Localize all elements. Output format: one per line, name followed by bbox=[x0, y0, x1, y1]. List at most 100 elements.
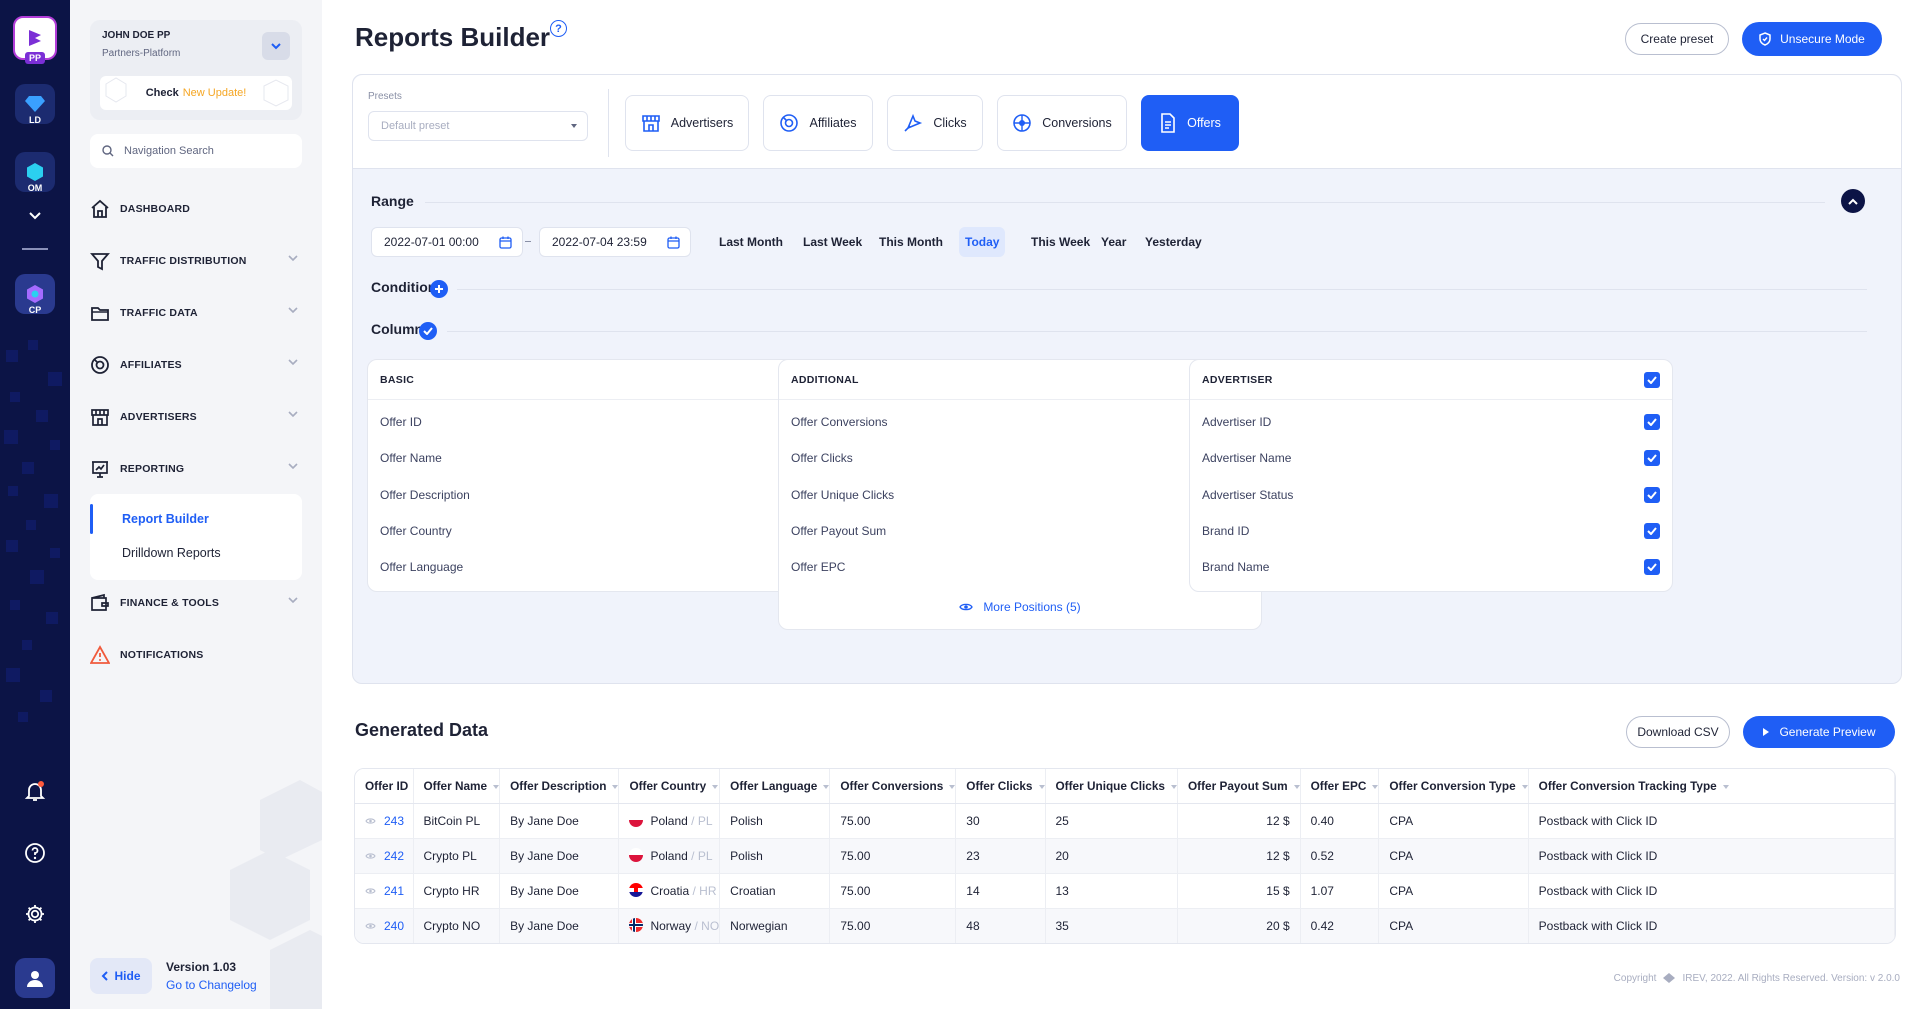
sort-caret-icon[interactable] bbox=[1521, 784, 1528, 789]
sort-caret-icon[interactable] bbox=[712, 784, 719, 789]
sort-caret-icon[interactable] bbox=[1722, 784, 1729, 789]
column-checkbox[interactable] bbox=[1644, 450, 1660, 467]
column-header[interactable]: Offer Unique Clicks bbox=[1045, 769, 1178, 804]
app-om[interactable]: OM bbox=[15, 152, 55, 193]
column-header[interactable]: Offer Conversion Tracking Type bbox=[1528, 769, 1895, 804]
user-icon[interactable] bbox=[0, 958, 70, 998]
entity-affiliates-button[interactable]: Affiliates bbox=[763, 95, 873, 151]
offer-id-link[interactable]: 241 bbox=[384, 884, 404, 898]
menu-affiliates[interactable]: AFFILIATES bbox=[90, 350, 302, 380]
unsecure-mode-button[interactable]: Unsecure Mode bbox=[1742, 22, 1882, 56]
quick-range-this-week[interactable]: This Week bbox=[1025, 227, 1096, 257]
submenu-report-builder[interactable]: Report Builder bbox=[122, 512, 209, 526]
preset-select[interactable]: Default preset bbox=[368, 111, 588, 141]
quick-range-year[interactable]: Year bbox=[1095, 227, 1132, 257]
collapse-button[interactable] bbox=[1841, 189, 1865, 213]
column-option[interactable]: Brand Name bbox=[1190, 549, 1672, 585]
quick-range-today[interactable]: Today bbox=[959, 227, 1006, 257]
column-checkbox[interactable] bbox=[1644, 414, 1660, 430]
quick-range-last-week[interactable]: Last Week bbox=[797, 227, 868, 257]
menu-reporting[interactable]: REPORTING bbox=[90, 454, 302, 484]
column-header[interactable]: Offer Language bbox=[719, 769, 831, 804]
eye-icon[interactable] bbox=[365, 887, 376, 895]
menu-dashboard[interactable]: DASHBOARD bbox=[90, 194, 302, 224]
column-header[interactable]: Offer ID bbox=[355, 769, 414, 804]
column-option[interactable]: Brand ID bbox=[1190, 513, 1672, 549]
help-question-icon[interactable]: ? bbox=[550, 20, 567, 37]
column-header[interactable]: Offer Name bbox=[413, 769, 501, 804]
table-row[interactable]: 241 Crypto HR By Jane Doe Croatia / HR Croat… bbox=[355, 873, 1895, 909]
menu-advertisers[interactable]: ADVERTISERS bbox=[90, 402, 302, 432]
navigation-search[interactable]: Navigation Search bbox=[90, 134, 302, 168]
settings-icon[interactable] bbox=[0, 903, 70, 925]
column-header[interactable]: Offer EPC bbox=[1300, 769, 1380, 804]
app-pp[interactable]: PP bbox=[13, 16, 57, 64]
table-row[interactable]: 242 Crypto PL By Jane Doe Poland / PL Polish… bbox=[355, 838, 1895, 874]
update-banner[interactable]: Check New Update! bbox=[100, 76, 292, 110]
entity-advertisers-button[interactable]: Advertisers bbox=[625, 95, 749, 151]
app-cp[interactable]: CP bbox=[15, 274, 55, 315]
offer-id-link[interactable]: 243 bbox=[384, 814, 404, 828]
user-dropdown-button[interactable] bbox=[262, 32, 290, 60]
quick-range-last-month[interactable]: Last Month bbox=[713, 227, 789, 257]
menu-finance-tools[interactable]: FINANCE & TOOLS bbox=[90, 588, 302, 618]
sort-caret-icon[interactable] bbox=[823, 784, 830, 789]
select-all-checkbox[interactable] bbox=[1644, 372, 1660, 388]
menu-traffic-distribution[interactable]: TRAFFIC DISTRIBUTION bbox=[90, 246, 302, 276]
bell-icon[interactable] bbox=[0, 780, 70, 802]
entity-conversions-button[interactable]: Conversions bbox=[997, 95, 1127, 151]
column-header[interactable]: Offer Payout Sum bbox=[1177, 769, 1301, 804]
sort-caret-icon[interactable] bbox=[493, 784, 500, 789]
column-checkbox[interactable] bbox=[1644, 522, 1660, 539]
columns-check-icon[interactable] bbox=[419, 322, 437, 340]
country-name: Norway bbox=[650, 919, 692, 934]
generate-preview-button[interactable]: Generate Preview bbox=[1743, 716, 1895, 748]
column-header[interactable]: Offer Country bbox=[618, 769, 721, 804]
more-positions-link[interactable]: More Positions (5) bbox=[779, 585, 1261, 629]
column-option[interactable]: Advertiser Status bbox=[1190, 477, 1672, 513]
sort-caret-icon[interactable] bbox=[1170, 784, 1177, 789]
offer-id-link[interactable]: 240 bbox=[384, 919, 404, 933]
help-icon[interactable] bbox=[0, 842, 70, 864]
column-header[interactable]: Offer Conversion Type bbox=[1378, 769, 1529, 804]
column-header[interactable]: Offer Conversions bbox=[829, 769, 957, 804]
column-checkbox[interactable] bbox=[1644, 559, 1660, 576]
changelog-link[interactable]: Go to Changelog bbox=[166, 978, 257, 992]
hide-sidebar-button[interactable]: Hide bbox=[90, 958, 152, 994]
add-condition-button[interactable] bbox=[430, 280, 448, 298]
date-from-input[interactable]: 2022-07-01 00:00 bbox=[371, 227, 523, 257]
download-csv-button[interactable]: Download CSV bbox=[1626, 716, 1730, 748]
rail-expand-chevron-icon[interactable] bbox=[0, 212, 70, 220]
table-row[interactable]: 240 Crypto NO By Jane Doe Norway / NO Norweg… bbox=[355, 908, 1895, 943]
entity-offers-button[interactable]: Offers bbox=[1141, 95, 1239, 151]
quick-range-yesterday[interactable]: Yesterday bbox=[1139, 227, 1208, 257]
sort-caret-icon[interactable] bbox=[949, 784, 956, 789]
eye-icon[interactable] bbox=[365, 817, 376, 825]
column-header[interactable]: Offer Clicks bbox=[955, 769, 1046, 804]
sort-caret-icon[interactable] bbox=[612, 784, 619, 789]
sort-caret-icon[interactable] bbox=[1372, 784, 1379, 789]
eye-icon[interactable] bbox=[365, 922, 376, 930]
sort-caret-icon[interactable] bbox=[1293, 784, 1300, 789]
submenu-drilldown-reports[interactable]: Drilldown Reports bbox=[122, 546, 221, 560]
table-cell: By Jane Doe bbox=[499, 803, 620, 839]
column-header[interactable]: Offer Description bbox=[499, 769, 620, 804]
column-option[interactable]: Advertiser ID bbox=[1190, 404, 1672, 440]
column-checkbox[interactable] bbox=[1644, 486, 1660, 503]
offer-clicks: 30 bbox=[966, 813, 980, 828]
menu-notifications[interactable]: NOTIFICATIONS bbox=[90, 640, 302, 670]
sort-caret-icon[interactable] bbox=[1038, 784, 1045, 789]
menu-label: ADVERTISERS bbox=[120, 411, 197, 423]
app-ld[interactable]: LD bbox=[15, 84, 55, 125]
eye-icon[interactable] bbox=[365, 852, 376, 860]
check-icon bbox=[1647, 418, 1657, 426]
create-preset-button[interactable]: Create preset bbox=[1625, 23, 1729, 55]
menu-traffic-data[interactable]: TRAFFIC DATA bbox=[90, 298, 302, 328]
quick-range-this-month[interactable]: This Month bbox=[873, 227, 949, 257]
date-to-input[interactable]: 2022-07-04 23:59 bbox=[539, 227, 691, 257]
offer-id-link[interactable]: 242 bbox=[384, 849, 404, 863]
entity-clicks-button[interactable]: Clicks bbox=[887, 95, 983, 151]
column-header-label: Offer Conversion Type bbox=[1389, 778, 1516, 793]
column-option[interactable]: Advertiser Name bbox=[1190, 440, 1672, 476]
table-row[interactable]: 243 BitCoin PL By Jane Doe Poland / PL Polis… bbox=[355, 803, 1895, 839]
